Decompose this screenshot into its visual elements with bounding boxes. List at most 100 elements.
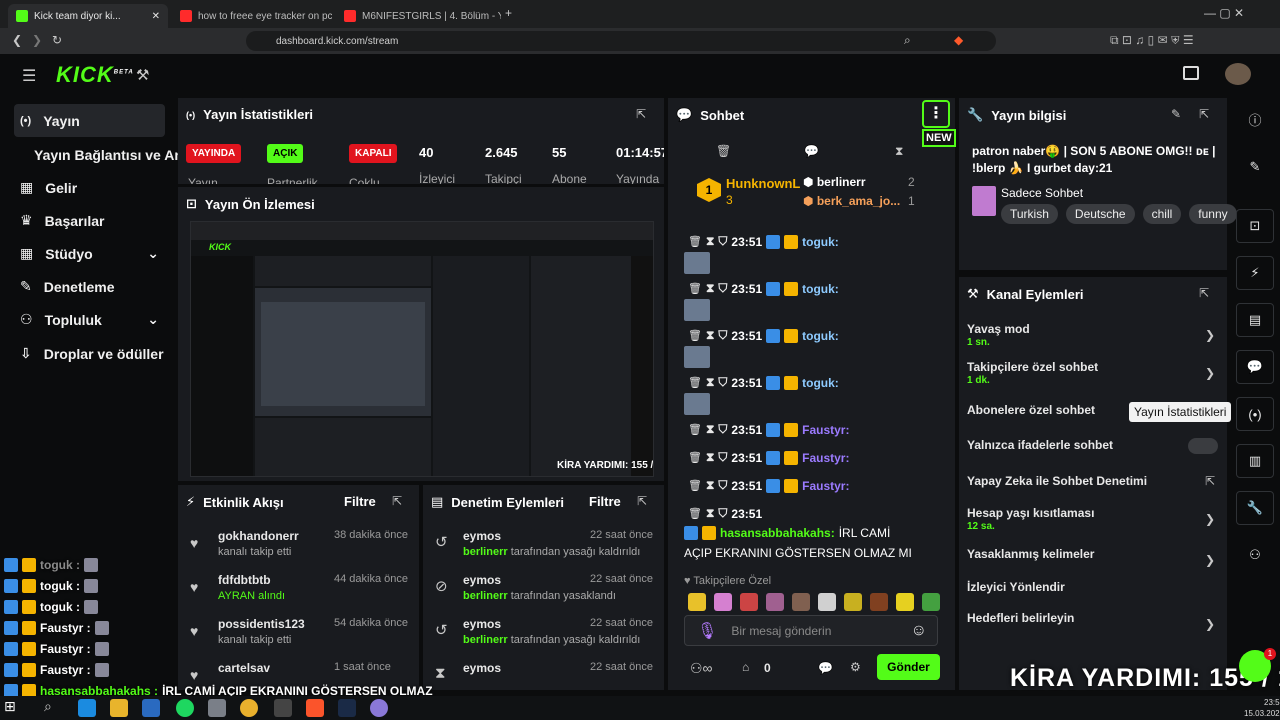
action-label[interactable]: Takipçilere özel sohbet xyxy=(967,360,1098,374)
search-icon[interactable]: ⌕ xyxy=(44,698,52,715)
ban-icon[interactable]: ⛉ xyxy=(718,450,727,465)
top-gifter-2[interactable]: ⬢ berlinerr xyxy=(803,175,866,189)
emote-bar[interactable] xyxy=(688,593,940,611)
browser-tab-1[interactable]: Kick team diyor ki... ✕ xyxy=(8,4,168,28)
timeout-icon[interactable]: ⧗ xyxy=(706,234,714,249)
chevron-right-icon[interactable]: ❯ xyxy=(1205,553,1215,567)
timeout-icon[interactable]: ⧗ xyxy=(706,478,714,493)
message-icon[interactable]: 💬 xyxy=(804,144,819,158)
store-app-icon[interactable] xyxy=(142,699,160,717)
delete-icon[interactable]: 🗑 xyxy=(688,479,702,492)
mod-view-icon[interactable] xyxy=(1183,66,1199,80)
modlog-filter-button[interactable]: Filtre xyxy=(589,494,621,509)
action-label[interactable]: Yalnızca ifadelerle sohbet xyxy=(967,438,1113,452)
popout-icon[interactable]: ⇱ xyxy=(1199,107,1209,121)
obs-icon[interactable] xyxy=(274,699,292,717)
toggle-switch[interactable] xyxy=(1188,438,1218,454)
tag[interactable]: Turkish xyxy=(1001,204,1058,224)
emote-icon[interactable] xyxy=(792,593,810,611)
chat-menu-button[interactable]: ⋮ xyxy=(922,100,950,128)
ban-icon[interactable]: ⛉ xyxy=(718,506,727,521)
action-label[interactable]: Hedefleri belirleyin xyxy=(967,611,1074,625)
modlog-user[interactable]: eymos xyxy=(463,617,501,631)
chat-toggle-icon[interactable]: 💬 xyxy=(1236,350,1274,384)
browser-tab-2[interactable]: how to freee eye tracker on pc - YouTube xyxy=(172,4,332,28)
stream-preview-video[interactable]: KICK KİRA YARDIMI: 155 / 160 xyxy=(190,221,654,477)
top-gifter-3[interactable]: ⬢ berk_ama_jo... xyxy=(803,194,900,208)
timeout-icon[interactable]: ⧗ xyxy=(706,450,714,465)
zoom-icon[interactable]: ⌕ xyxy=(904,33,911,48)
chat-username[interactable]: toguk: xyxy=(802,376,839,390)
activity-user[interactable]: possidentis123 xyxy=(218,617,305,631)
delete-icon[interactable]: 🗑 xyxy=(688,329,702,342)
forward-icon[interactable]: ❯ xyxy=(32,33,42,47)
timeout-icon[interactable]: ⧗ xyxy=(706,281,714,296)
close-icon[interactable]: ✕ xyxy=(152,11,160,22)
delete-icon[interactable]: 🗑 xyxy=(688,376,702,389)
app-icon[interactable] xyxy=(370,699,388,717)
chat-username[interactable]: hasansabbahakahs: xyxy=(720,526,835,540)
clock[interactable]: 23:5115.03.2026 xyxy=(1244,697,1280,719)
store-icon[interactable]: ⌂ xyxy=(742,660,749,674)
new-tab-icon[interactable]: + xyxy=(505,6,512,20)
chat-username[interactable]: toguk: xyxy=(802,235,839,249)
sidebar-item-gelir[interactable]: ▦ Gelir xyxy=(14,171,165,204)
tools-toggle-icon[interactable]: 🔧 xyxy=(1236,491,1274,525)
activity-filter-button[interactable]: Filtre xyxy=(344,494,376,509)
chevron-right-icon[interactable]: ❯ xyxy=(1205,617,1215,631)
modlog-toggle-icon[interactable]: ▥ xyxy=(1236,444,1274,478)
points-icon[interactable]: ⚇∞ xyxy=(690,660,713,677)
sidebar-item-denetleme[interactable]: ✎ Denetleme xyxy=(14,270,165,303)
chat-username[interactable]: Faustyr: xyxy=(802,423,849,437)
sidebar-item-basarilar[interactable]: ♛ Başarılar xyxy=(14,204,165,237)
bolt-icon[interactable]: ⚡ xyxy=(1236,256,1274,290)
timeout-icon[interactable]: ⧗ xyxy=(706,506,714,521)
emote-icon[interactable] xyxy=(688,593,706,611)
emote-icon[interactable] xyxy=(870,593,888,611)
timeout-icon[interactable]: ⧗ xyxy=(706,422,714,437)
spotify-icon[interactable] xyxy=(176,699,194,717)
action-label[interactable]: Hesap yaşı kısıtlaması xyxy=(967,506,1094,520)
info-icon[interactable]: ⓘ xyxy=(1236,102,1274,136)
popout-icon[interactable]: ⇱ xyxy=(392,494,402,508)
send-button[interactable]: Gönder xyxy=(877,654,940,680)
windows-start-icon[interactable]: ⊞ xyxy=(4,698,16,715)
emote-icon[interactable] xyxy=(896,593,914,611)
back-icon[interactable]: ❮ xyxy=(12,33,22,47)
delete-icon[interactable]: 🗑 xyxy=(688,282,702,295)
menu-icon[interactable]: ☰ xyxy=(22,66,36,86)
emote-icon[interactable] xyxy=(922,593,940,611)
preview-toggle-icon[interactable]: ⊡ xyxy=(1236,209,1274,243)
tag[interactable]: funny xyxy=(1189,204,1237,224)
ban-icon[interactable]: ⛉ xyxy=(718,478,727,493)
sidebar-item-yayin[interactable]: (•) Yayın xyxy=(14,104,165,137)
ban-icon[interactable]: ⛉ xyxy=(718,375,727,390)
delete-icon[interactable]: 🗑 xyxy=(688,507,702,520)
action-label[interactable]: Yavaş mod xyxy=(967,322,1030,336)
brave-icon[interactable] xyxy=(306,699,324,717)
reload-icon[interactable]: ↻ xyxy=(52,33,62,47)
emoji-icon[interactable]: ☺ xyxy=(911,622,927,640)
emote-icon[interactable] xyxy=(818,593,836,611)
popout-icon[interactable]: ⇱ xyxy=(636,107,646,121)
tag[interactable]: Deutsche xyxy=(1065,204,1135,224)
chat-username[interactable]: toguk: xyxy=(802,282,839,296)
chat-input[interactable]: 🎙 Bir mesaj gönderin ☺ xyxy=(684,615,938,646)
emote-icon[interactable] xyxy=(714,593,732,611)
address-bar[interactable]: dashboard.kick.com/stream xyxy=(246,31,996,51)
popout-icon[interactable]: ⇱ xyxy=(637,494,647,508)
modlog-moderator[interactable]: berlinerr xyxy=(463,546,508,558)
mic-icon[interactable]: 🎙 xyxy=(697,621,717,641)
sidebar-item-droplar[interactable]: ⇩ Droplar ve ödüller xyxy=(14,337,184,370)
delete-icon[interactable]: 🗑 xyxy=(688,235,702,248)
activity-user[interactable]: gokhandonerr xyxy=(218,529,299,543)
modlog-user[interactable]: eymos xyxy=(463,529,501,543)
action-label[interactable]: Yapay Zeka ile Sohbet Denetimi xyxy=(967,474,1147,488)
explorer-icon[interactable] xyxy=(110,699,128,717)
brave-shield-icon[interactable]: ◆ xyxy=(954,33,963,47)
modlog-user[interactable]: eymos xyxy=(463,661,501,675)
top-gifter-1-name[interactable]: HunknownL xyxy=(726,176,800,191)
action-label[interactable]: İzleyici Yönlendir xyxy=(967,580,1065,594)
notepad-icon[interactable] xyxy=(208,699,226,717)
edit-icon[interactable]: ✎ xyxy=(1171,107,1181,121)
